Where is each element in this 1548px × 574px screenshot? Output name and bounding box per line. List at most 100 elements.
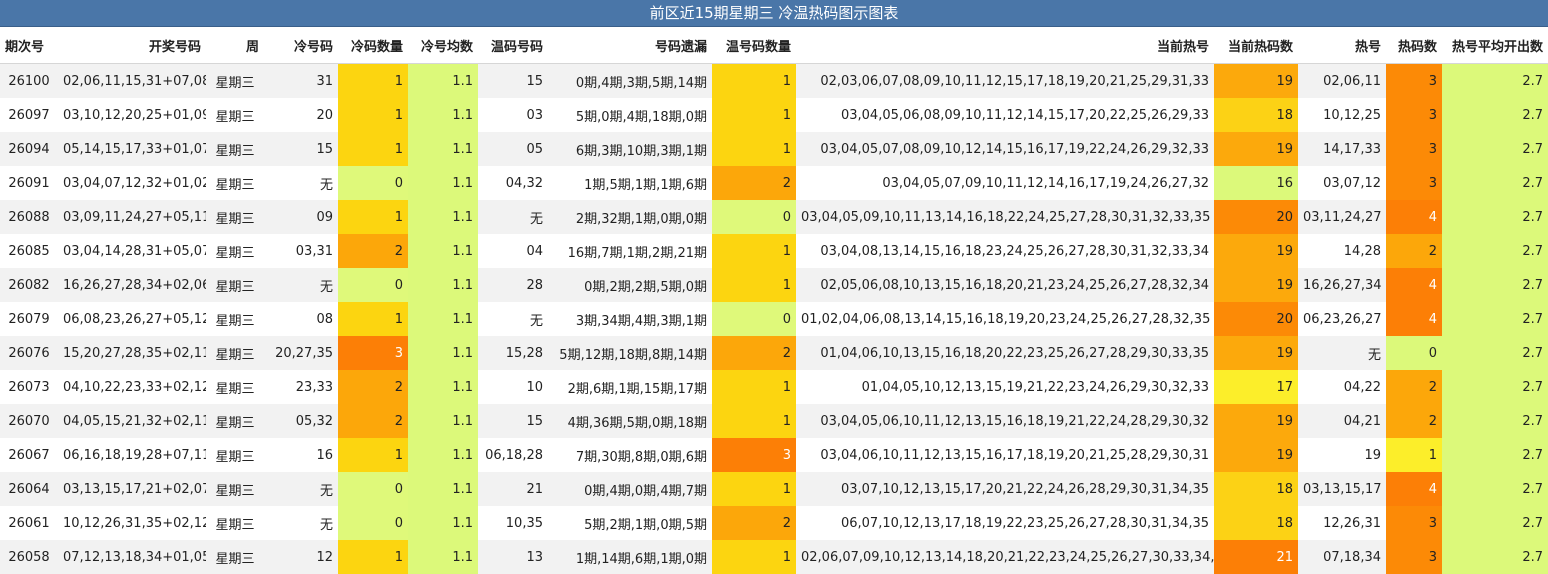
table-row: 26085 03,04,14,28,31+05,07 星期三 03,31 2 1.1 04 1…: [0, 234, 1548, 268]
header-omission: 号码遗漏: [548, 27, 712, 64]
hot-average-cell: 2.7: [1442, 336, 1548, 370]
hot-average-cell: 2.7: [1442, 472, 1548, 506]
draw-numbers-cell: 06,16,18,19,28+07,11: [58, 438, 206, 472]
cold-count-cell: 2: [338, 404, 408, 438]
issue-cell: 26076: [0, 336, 58, 370]
cold-count-cell: 1: [338, 63, 408, 98]
warm-numbers-cell: 15: [478, 404, 548, 438]
warm-numbers-cell: 28: [478, 268, 548, 302]
hot-count-cell: 4: [1386, 302, 1442, 336]
current-hot-cell: 01,04,05,10,12,13,15,19,21,22,23,24,26,2…: [796, 370, 1214, 404]
cold-average-cell: 1.1: [408, 404, 478, 438]
hot-count-cell: 4: [1386, 472, 1442, 506]
weekday-cell: 星期三: [206, 438, 264, 472]
cold-numbers-cell: 20: [264, 98, 338, 132]
omission-cell: 1期,14期,6期,1期,0期: [548, 540, 712, 574]
current-hot-cell: 03,04,05,07,09,10,11,12,14,16,17,19,24,2…: [796, 166, 1214, 200]
hot-numbers-cell: 03,07,12: [1298, 166, 1386, 200]
current-hot-cell: 02,05,06,08,10,13,15,16,18,20,21,23,24,2…: [796, 268, 1214, 302]
cold-count-cell: 0: [338, 268, 408, 302]
warm-numbers-cell: 无: [478, 302, 548, 336]
current-hot-count-cell: 18: [1214, 506, 1298, 540]
omission-cell: 4期,36期,5期,0期,18期: [548, 404, 712, 438]
issue-cell: 26091: [0, 166, 58, 200]
current-hot-count-cell: 19: [1214, 336, 1298, 370]
hot-average-cell: 2.7: [1442, 540, 1548, 574]
omission-cell: 0期,4期,0期,4期,7期: [548, 472, 712, 506]
current-hot-cell: 01,02,04,06,08,13,14,15,16,18,19,20,23,2…: [796, 302, 1214, 336]
cold-count-cell: 1: [338, 132, 408, 166]
cold-numbers-cell: 23,33: [264, 370, 338, 404]
omission-cell: 5期,12期,18期,8期,14期: [548, 336, 712, 370]
current-hot-cell: 06,07,10,12,13,17,18,19,22,23,25,26,27,2…: [796, 506, 1214, 540]
table-row: 26097 03,10,12,20,25+01,09 星期三 20 1 1.1 03 5期,0…: [0, 98, 1548, 132]
header-hot-average: 热号平均开出数: [1442, 27, 1548, 64]
current-hot-cell: 01,04,06,10,13,15,16,18,20,22,23,25,26,2…: [796, 336, 1214, 370]
cold-average-cell: 1.1: [408, 370, 478, 404]
cold-numbers-cell: 12: [264, 540, 338, 574]
hot-numbers-cell: 无: [1298, 336, 1386, 370]
header-cold-count: 冷码数量: [338, 27, 408, 64]
weekday-cell: 星期三: [206, 132, 264, 166]
cold-average-cell: 1.1: [408, 506, 478, 540]
warm-numbers-cell: 15: [478, 63, 548, 98]
hot-average-cell: 2.7: [1442, 166, 1548, 200]
weekday-cell: 星期三: [206, 472, 264, 506]
hot-average-cell: 2.7: [1442, 234, 1548, 268]
current-hot-count-cell: 20: [1214, 302, 1298, 336]
hot-numbers-cell: 14,28: [1298, 234, 1386, 268]
weekday-cell: 星期三: [206, 540, 264, 574]
warm-count-cell: 1: [712, 472, 796, 506]
warm-count-cell: 1: [712, 132, 796, 166]
cold-numbers-cell: 05,32: [264, 404, 338, 438]
issue-cell: 26064: [0, 472, 58, 506]
table-row: 26100 02,06,11,15,31+07,08 星期三 31 1 1.1 15 0期,4…: [0, 63, 1548, 98]
omission-cell: 1期,5期,1期,1期,6期: [548, 166, 712, 200]
current-hot-cell: 02,06,07,09,10,12,13,14,18,20,21,22,23,2…: [796, 540, 1214, 574]
issue-cell: 26067: [0, 438, 58, 472]
current-hot-count-cell: 19: [1214, 268, 1298, 302]
table-row: 26058 07,12,13,18,34+01,05 星期三 12 1 1.1 13 1期,1…: [0, 540, 1548, 574]
warm-count-cell: 1: [712, 370, 796, 404]
hot-average-cell: 2.7: [1442, 302, 1548, 336]
hot-numbers-cell: 19: [1298, 438, 1386, 472]
omission-cell: 5期,0期,4期,18期,0期: [548, 98, 712, 132]
cold-numbers-cell: 16: [264, 438, 338, 472]
omission-cell: 16期,7期,1期,2期,21期: [548, 234, 712, 268]
cold-average-cell: 1.1: [408, 540, 478, 574]
warm-count-cell: 2: [712, 166, 796, 200]
hot-count-cell: 3: [1386, 166, 1442, 200]
draw-numbers-cell: 15,20,27,28,35+02,11: [58, 336, 206, 370]
header-hot-count: 热码数: [1386, 27, 1442, 64]
weekday-cell: 星期三: [206, 336, 264, 370]
table-row: 26064 03,13,15,17,21+02,07 星期三无 0 1.1 21 0期,4期…: [0, 472, 1548, 506]
cold-numbers-cell: 无: [264, 506, 338, 540]
issue-cell: 26100: [0, 63, 58, 98]
current-hot-count-cell: 18: [1214, 98, 1298, 132]
draw-numbers-cell: 16,26,27,28,34+02,06: [58, 268, 206, 302]
warm-numbers-cell: 10: [478, 370, 548, 404]
cold-average-cell: 1.1: [408, 336, 478, 370]
cold-count-cell: 1: [338, 438, 408, 472]
draw-numbers-cell: 03,04,14,28,31+05,07: [58, 234, 206, 268]
hot-count-cell: 4: [1386, 268, 1442, 302]
draw-numbers-cell: 03,09,11,24,27+05,11: [58, 200, 206, 234]
hot-average-cell: 2.7: [1442, 506, 1548, 540]
hot-average-cell: 2.7: [1442, 438, 1548, 472]
hot-average-cell: 2.7: [1442, 404, 1548, 438]
draw-numbers-cell: 02,06,11,15,31+07,08: [58, 63, 206, 98]
issue-cell: 26079: [0, 302, 58, 336]
warm-numbers-cell: 04,32: [478, 166, 548, 200]
draw-numbers-cell: 03,13,15,17,21+02,07: [58, 472, 206, 506]
current-hot-count-cell: 19: [1214, 63, 1298, 98]
hot-numbers-cell: 12,26,31: [1298, 506, 1386, 540]
cold-numbers-cell: 09: [264, 200, 338, 234]
cold-count-cell: 2: [338, 234, 408, 268]
chart-title: 前区近15期星期三 冷温热码图示图表: [0, 0, 1548, 27]
table-row: 26079 06,08,23,26,27+05,12 星期三 08 1 1.1 无 3期,34…: [0, 302, 1548, 336]
table-row: 26070 04,05,15,21,32+02,11 星期三 05,32 2 1.1 15 4…: [0, 404, 1548, 438]
hot-average-cell: 2.7: [1442, 63, 1548, 98]
issue-cell: 26082: [0, 268, 58, 302]
omission-cell: 5期,2期,1期,0期,5期: [548, 506, 712, 540]
issue-cell: 26088: [0, 200, 58, 234]
